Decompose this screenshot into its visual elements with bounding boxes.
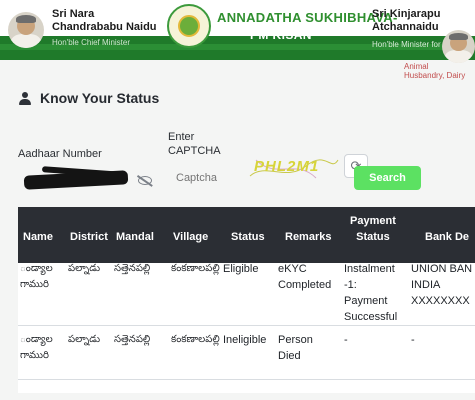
scheme-logo bbox=[167, 4, 211, 48]
captcha-label-line2: CAPTCHA bbox=[168, 145, 221, 157]
status-table: Name District Mandal Village Status Rema… bbox=[18, 207, 475, 393]
col-district: District bbox=[70, 231, 108, 243]
table-header: Name District Mandal Village Status Rema… bbox=[18, 207, 475, 263]
minister-portfolio-line2: Husbandry, Dairy bbox=[404, 71, 466, 80]
site-header: Sri Nara Chandrababu Naidu Hon'ble Chief… bbox=[0, 0, 475, 63]
col-status: Status bbox=[231, 231, 265, 243]
cell-name-line1: ండ్యాల bbox=[20, 263, 53, 274]
cell-remarks-line2: Died bbox=[278, 350, 301, 362]
minister-name-line1: Sri Kinjarapu bbox=[372, 8, 441, 20]
cell-payment-line4: Successful bbox=[344, 311, 398, 323]
cell-bank-line3: XXXXXXXX bbox=[411, 295, 470, 307]
col-mandal: Mandal bbox=[116, 231, 154, 243]
minister-avatar bbox=[442, 30, 475, 63]
col-payment-status-line2: Status bbox=[356, 231, 390, 243]
cell-district: పల్నాడు bbox=[68, 334, 101, 345]
cell-village: కంకణాలపల్లి bbox=[171, 263, 220, 274]
col-village: Village bbox=[173, 231, 209, 243]
cell-name-line2: గామురి bbox=[20, 350, 49, 361]
captcha-image: PHL2M1 bbox=[246, 152, 340, 186]
chief-minister-name: Sri Nara Chandrababu Naidu bbox=[52, 8, 157, 34]
cell-mandal: సత్తెనపల్లి bbox=[114, 263, 151, 274]
cell-remarks-line1: eKYC bbox=[278, 263, 307, 275]
chief-minister-name-line1: Sri Nara bbox=[52, 8, 95, 20]
minister-portfolio-line1: Animal bbox=[404, 62, 429, 71]
cell-payment-line2: -1: bbox=[344, 279, 357, 291]
cell-name: ండ్యాల గామురి bbox=[20, 261, 53, 293]
aadhaar-input[interactable] bbox=[18, 163, 138, 191]
col-name: Name bbox=[23, 231, 53, 243]
captcha-label-line1: Enter bbox=[168, 131, 195, 143]
captcha-input[interactable] bbox=[168, 166, 240, 190]
cell-payment-status: Instalment -1: Payment Successful bbox=[344, 261, 397, 325]
search-button[interactable]: Search bbox=[354, 166, 421, 190]
captcha-label: Enter CAPTCHA bbox=[168, 130, 228, 158]
cell-remarks: eKYC Completed bbox=[278, 261, 331, 293]
row-divider bbox=[18, 379, 475, 380]
col-payment-status: Payment Status bbox=[350, 213, 396, 245]
cell-remarks: Person Died bbox=[278, 332, 313, 364]
user-icon bbox=[18, 92, 32, 106]
eye-slash-icon[interactable] bbox=[138, 176, 152, 185]
captcha-text: PHL2M1 bbox=[254, 158, 320, 175]
minister-role: Hon'ble Minister for bbox=[372, 40, 441, 49]
col-remarks: Remarks bbox=[285, 231, 332, 243]
chief-minister-role: Hon'ble Chief Minister bbox=[52, 38, 131, 47]
cell-remarks-line1: Person bbox=[278, 334, 313, 346]
chief-minister-avatar bbox=[8, 12, 44, 48]
col-bank-details: Bank De bbox=[425, 231, 470, 243]
avatar-shirt bbox=[10, 34, 42, 48]
col-payment-status-line1: Payment bbox=[350, 215, 396, 227]
cell-payment-line3: Payment bbox=[344, 295, 388, 307]
logo-emblem bbox=[178, 15, 200, 37]
cell-payment-status: - bbox=[344, 334, 348, 346]
cell-bank-line2: INDIA bbox=[411, 279, 441, 291]
row-divider bbox=[18, 325, 475, 326]
avatar-hair bbox=[15, 14, 37, 23]
cell-remarks-line2: Completed bbox=[278, 279, 332, 291]
minister-name: Sri Kinjarapu Atchannaidu bbox=[372, 8, 440, 34]
aadhaar-label: Aadhaar Number bbox=[18, 148, 102, 160]
cell-payment-line1: Instalment bbox=[344, 263, 395, 275]
cell-bank-details: - bbox=[411, 334, 415, 346]
cell-status: Ineligible bbox=[223, 334, 267, 346]
page-title: Know Your Status bbox=[18, 90, 159, 106]
cell-name-line2: గామురి bbox=[20, 279, 49, 290]
cell-village: కంకణాలపల్లి bbox=[171, 334, 220, 345]
page-title-text: Know Your Status bbox=[40, 90, 160, 106]
cell-name: ండ్యాల గామురి bbox=[20, 332, 53, 364]
chief-minister-name-line2: Chandrababu Naidu bbox=[52, 21, 157, 33]
cell-bank-details: UNION BAN INDIA XXXXXXXX bbox=[411, 261, 472, 309]
scheme-title-line1: ANNADATHA SUKHIBHAVA- bbox=[217, 10, 398, 25]
scheme-title-line2: PM KISAN bbox=[250, 28, 312, 42]
minister-name-line2: Atchannaidu bbox=[372, 21, 439, 33]
cell-district: పల్నాడు bbox=[68, 263, 101, 274]
cell-name-line1: ండ్యాల bbox=[20, 334, 53, 345]
cell-bank-line1: UNION BAN bbox=[411, 263, 473, 275]
cell-mandal: సత్తెనపల్లి bbox=[114, 334, 151, 345]
avatar-hair bbox=[449, 32, 468, 40]
cell-status: Eligible bbox=[223, 263, 259, 275]
minister-portfolio: Animal Husbandry, Dairy bbox=[404, 62, 465, 80]
